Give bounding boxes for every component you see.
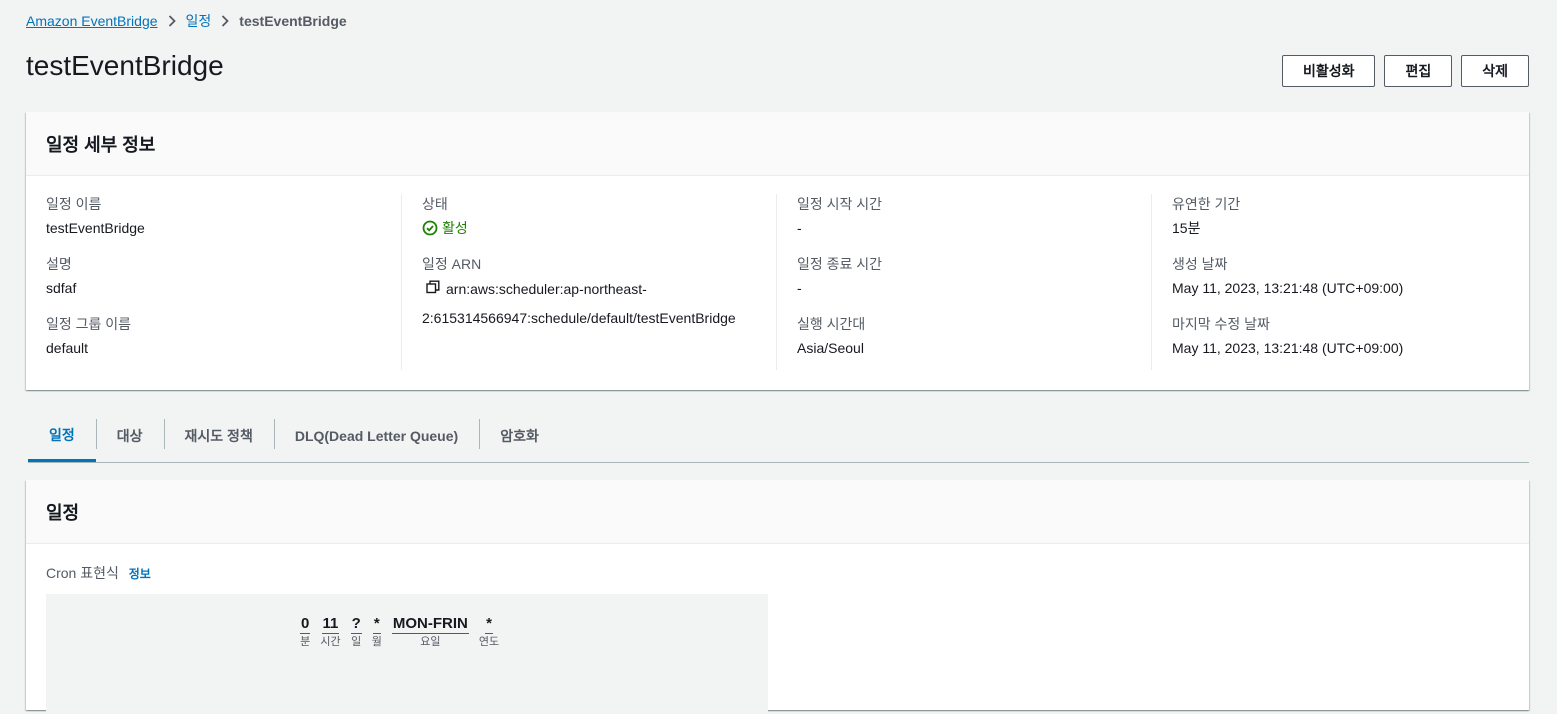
breadcrumb-eventbridge-link[interactable]: Amazon EventBridge [26, 13, 158, 29]
cron-unit: 월 [371, 636, 382, 648]
details-column-2: 상태 활성 일정 ARN arn:aws:scheduler:ap-northe… [401, 194, 776, 370]
details-column-3: 일정 시작 시간 - 일정 종료 시간 - 실행 시간대 Asia/Seoul [776, 194, 1151, 370]
field-label: 일정 종료 시간 [797, 256, 883, 272]
status-indicator: 활성 [422, 218, 756, 238]
schedule-details-panel: 일정 세부 정보 일정 이름 testEventBridge 설명 sdfaf … [26, 112, 1529, 390]
start-time-field: 일정 시작 시간 - [797, 194, 1131, 238]
field-label: 일정 이름 [46, 196, 102, 212]
field-label: 마지막 수정 날짜 [1172, 316, 1270, 332]
cron-unit: 연도 [478, 636, 500, 648]
edit-button[interactable]: 편집 [1384, 55, 1453, 87]
info-link[interactable]: 정보 [129, 567, 151, 581]
schedule-name-field: 일정 이름 testEventBridge [46, 194, 381, 238]
schedule-panel-header: 일정 [26, 480, 1529, 544]
breadcrumb: Amazon EventBridge 일정 testEventBridge [26, 11, 347, 31]
group-name-field: 일정 그룹 이름 default [46, 314, 381, 358]
cron-expression-label: Cron 표현식 정보 [46, 563, 151, 583]
cron-value: 0 [300, 615, 311, 634]
details-column-4: 유연한 기간 15분 생성 날짜 May 11, 2023, 13:21:48 … [1151, 194, 1526, 370]
tab-dlq[interactable]: DLQ(Dead Letter Queue) [273, 410, 479, 462]
field-value: sdfaf [46, 280, 77, 296]
cron-day-of-week: MON-FRIN 요일 [391, 614, 469, 649]
cron-label-text: Cron 표현식 [46, 565, 119, 581]
breadcrumb-schedules-link[interactable]: 일정 [186, 11, 212, 31]
created-date-field: 생성 날짜 May 11, 2023, 13:21:48 (UTC+09:00) [1172, 254, 1506, 298]
delete-button[interactable]: 삭제 [1461, 55, 1529, 87]
cron-unit: 요일 [420, 636, 441, 648]
details-grid: 일정 이름 testEventBridge 설명 sdfaf 일정 그룹 이름 … [26, 176, 1529, 370]
arn-value: arn:aws:scheduler:ap-northeast- 2:615314… [422, 276, 756, 332]
cron-unit: 시간 [320, 636, 341, 648]
cron-year: * 연도 [479, 614, 499, 649]
end-time-field: 일정 종료 시간 - [797, 254, 1131, 298]
field-label: 일정 시작 시간 [797, 196, 883, 212]
field-value: default [46, 340, 89, 356]
field-value: May 11, 2023, 13:21:48 (UTC+09:00) [1172, 280, 1404, 296]
cron-unit: 일 [351, 636, 362, 648]
detail-tabs: 일정 대상 재시도 정책 DLQ(Dead Letter Queue) 암호화 [28, 410, 1529, 463]
modified-date-field: 마지막 수정 날짜 May 11, 2023, 13:21:48 (UTC+09… [1172, 314, 1506, 358]
chevron-right-icon [168, 15, 176, 27]
field-label: 실행 시간대 [797, 316, 866, 332]
schedule-details-header: 일정 세부 정보 [26, 112, 1529, 176]
cron-month: * 월 [372, 614, 382, 649]
description-field: 설명 sdfaf [46, 254, 381, 298]
cron-unit: 분 [300, 636, 311, 648]
field-label: 생성 날짜 [1172, 256, 1228, 272]
timezone-field: 실행 시간대 Asia/Seoul [797, 314, 1131, 358]
tab-retry-policy[interactable]: 재시도 정책 [163, 410, 274, 462]
cron-fields: 0 분 11 시간 ? 일 * 월 MON-FRIN 요일 * 연도 [300, 614, 499, 649]
tab-encryption[interactable]: 암호화 [479, 410, 560, 462]
field-label: 상태 [422, 196, 448, 212]
page-title: testEventBridge [26, 50, 224, 81]
cron-hour: 11 시간 [320, 614, 340, 649]
flexible-window-field: 유연한 기간 15분 [1172, 194, 1506, 238]
cron-value: * [485, 615, 493, 634]
chevron-right-icon [221, 15, 230, 27]
field-value: May 11, 2023, 13:21:48 (UTC+09:00) [1172, 340, 1404, 356]
status-field: 상태 활성 [422, 194, 756, 238]
schedule-panel: 일정 Cron 표현식 정보 0 분 11 시간 ? 일 * 월 MON-FRI… [26, 480, 1529, 714]
field-value: Asia/Seoul [797, 340, 864, 356]
check-circle-icon [422, 220, 438, 236]
cron-value: 11 [321, 615, 340, 634]
breadcrumb-current: testEventBridge [239, 13, 347, 29]
copy-icon[interactable] [426, 276, 440, 303]
cron-expression-display: 0 분 11 시간 ? 일 * 월 MON-FRIN 요일 * 연도 [46, 594, 768, 714]
cron-value: ? [350, 615, 362, 634]
field-value: - [797, 220, 802, 236]
arn-line-2: 2:615314566947:schedule/default/testEven… [422, 310, 736, 326]
disable-button[interactable]: 비활성화 [1281, 55, 1376, 87]
field-label: 일정 그룹 이름 [46, 316, 132, 332]
tab-targets[interactable]: 대상 [95, 410, 164, 462]
field-label: 유연한 기간 [1172, 196, 1241, 212]
field-value: - [797, 280, 802, 296]
cron-value: * [372, 615, 381, 634]
details-column-1: 일정 이름 testEventBridge 설명 sdfaf 일정 그룹 이름 … [26, 194, 401, 370]
cron-value: MON-FRIN [391, 615, 469, 634]
cron-day-of-month: ? 일 [350, 614, 362, 649]
arn-field: 일정 ARN arn:aws:scheduler:ap-northeast- 2… [422, 254, 756, 332]
status-text: 활성 [442, 220, 468, 236]
header-actions: 비활성화 편집 삭제 [1281, 55, 1529, 87]
arn-line-1: arn:aws:scheduler:ap-northeast- [446, 281, 647, 298]
field-value: 15분 [1172, 220, 1201, 236]
field-label: 설명 [46, 256, 72, 272]
field-value: testEventBridge [46, 220, 145, 236]
field-label: 일정 ARN [422, 256, 482, 272]
tab-schedule[interactable]: 일정 [28, 410, 96, 462]
cron-minute: 0 분 [300, 614, 311, 649]
